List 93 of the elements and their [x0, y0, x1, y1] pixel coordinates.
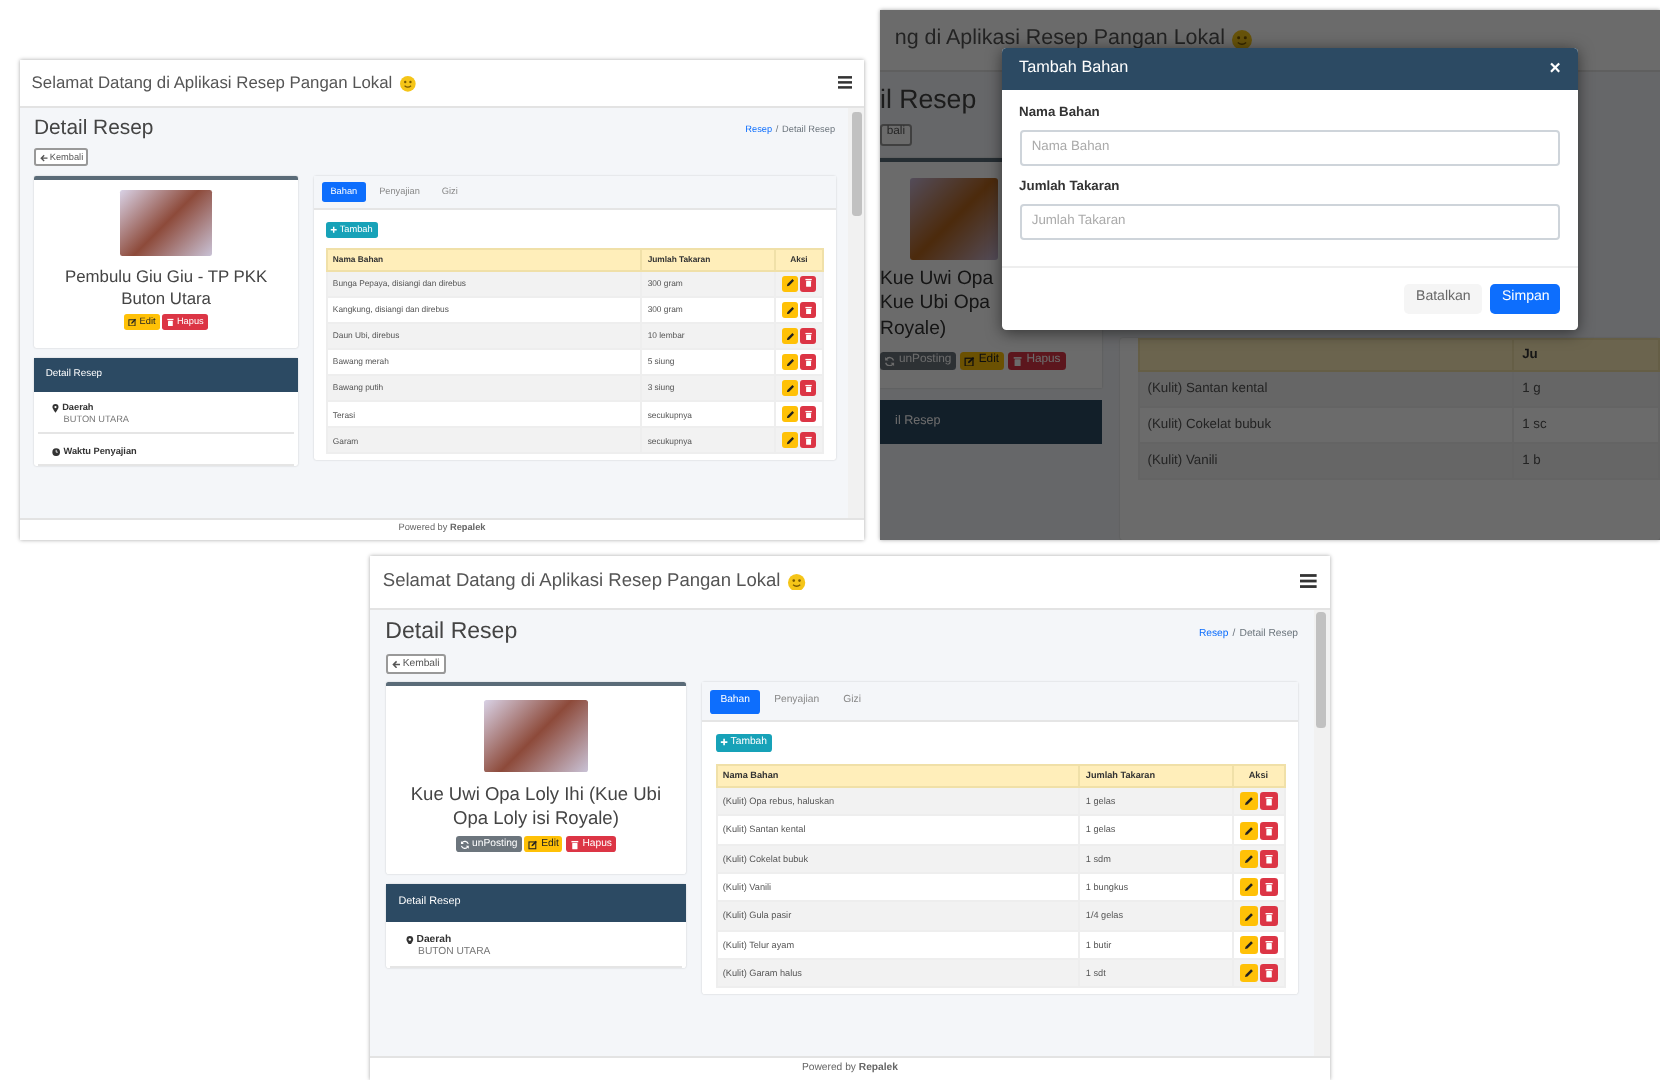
trash-icon	[803, 331, 813, 341]
menu-icon	[837, 76, 853, 90]
recipe-name: Kue Uwi Opa	[880, 267, 994, 293]
delete-button[interactable]	[799, 275, 817, 292]
photo-placeholder	[119, 190, 213, 256]
trash-icon	[803, 357, 813, 367]
smiley-icon	[400, 75, 417, 92]
pencil-icon	[785, 409, 795, 419]
page-title: Detail Resep	[385, 619, 518, 648]
edit-button[interactable]	[1239, 906, 1258, 926]
trash-icon	[803, 435, 813, 446]
delete-button[interactable]	[799, 301, 817, 318]
edit-button[interactable]	[781, 301, 799, 318]
pencil-icon	[1243, 968, 1254, 979]
trash-icon	[1263, 825, 1274, 836]
recipe-name: Kue Ubi Opa	[880, 292, 991, 318]
modal-title: Tambah Bahan	[1019, 58, 1129, 80]
pencil-icon	[785, 383, 795, 393]
arrow-left-icon	[391, 659, 401, 669]
photo-placeholder	[484, 699, 588, 772]
delete-button[interactable]	[1259, 821, 1278, 840]
trash-icon	[803, 278, 813, 288]
trash-icon	[1263, 911, 1274, 922]
app-title: Selamat Datang di Aplikasi Resep Pangan Lokal	[31, 72, 393, 94]
sync-icon	[459, 839, 470, 850]
pencil-icon	[1243, 853, 1254, 864]
pencil-icon	[785, 305, 795, 315]
delete-button[interactable]	[1259, 906, 1278, 926]
delete-button[interactable]	[1259, 935, 1278, 955]
pencil-icon	[785, 435, 795, 446]
page-title: il Resep	[880, 83, 977, 118]
delete-button[interactable]	[1259, 878, 1278, 897]
edit-button[interactable]	[781, 353, 799, 371]
edit-button[interactable]	[781, 432, 799, 449]
trash-icon	[570, 839, 580, 850]
pencil-icon	[1243, 882, 1254, 893]
arrow-left-icon	[39, 153, 48, 162]
pencil-icon	[785, 357, 795, 367]
trash-icon	[803, 383, 813, 393]
trash-icon	[803, 305, 813, 315]
edit-button[interactable]	[1239, 821, 1258, 840]
scrollbar[interactable]	[848, 108, 864, 518]
edit-button[interactable]	[781, 275, 799, 292]
edit-button[interactable]	[781, 327, 799, 345]
edit-button[interactable]	[1239, 878, 1258, 897]
edit-button[interactable]	[1239, 849, 1258, 869]
sync-icon	[884, 355, 896, 367]
smiley-icon	[788, 573, 806, 591]
recipe-name: Kue Uwi Opa Loly Ihi (Kue Ubi Opa Loly isi Royale)	[408, 782, 664, 831]
trash-icon	[1263, 939, 1274, 950]
delete-button[interactable]	[1259, 792, 1278, 811]
pencil-icon	[1243, 911, 1254, 922]
edit-button[interactable]	[781, 406, 799, 423]
edit-button[interactable]	[781, 379, 799, 397]
edit-icon	[528, 839, 539, 850]
trash-icon	[1263, 968, 1274, 979]
delete-button[interactable]	[799, 432, 817, 449]
menu-icon	[1300, 574, 1318, 589]
recipe-name: Pembulu Giu Giu - TP PKK Buton Utara	[63, 265, 270, 310]
delete-button[interactable]	[799, 327, 817, 345]
edit-button[interactable]	[1239, 792, 1258, 811]
delete-button[interactable]	[1259, 964, 1278, 983]
edit-icon	[964, 355, 976, 367]
app-title: Selamat Datang di Aplikasi Resep Pangan Lokal	[382, 570, 781, 594]
pencil-icon	[1243, 939, 1254, 950]
map-pin-icon	[405, 935, 414, 945]
delete-button[interactable]	[799, 353, 817, 371]
plus-icon	[330, 226, 338, 234]
scrollbar[interactable]	[1313, 609, 1330, 1056]
edit-icon	[128, 317, 138, 327]
map-pin-icon	[52, 404, 60, 413]
edit-button[interactable]	[1239, 935, 1258, 955]
clock-icon	[52, 447, 61, 456]
photo-placeholder	[909, 177, 999, 261]
delete-button[interactable]	[799, 379, 817, 397]
trash-icon	[1012, 355, 1024, 367]
trash-icon	[1263, 853, 1274, 864]
delete-button[interactable]	[799, 406, 817, 423]
trash-icon	[1263, 796, 1274, 807]
close-button[interactable]: ×	[1549, 59, 1561, 79]
pencil-icon	[1243, 796, 1254, 807]
pencil-icon	[785, 278, 795, 288]
edit-button[interactable]	[1239, 964, 1258, 983]
trash-icon	[1263, 882, 1274, 893]
pencil-icon	[1243, 825, 1254, 836]
recipe-name: Royale)	[880, 317, 947, 343]
app-title: ng di Aplikasi Resep Pangan Lokal	[894, 26, 1225, 54]
pencil-icon	[785, 331, 795, 341]
plus-icon	[720, 738, 729, 747]
trash-icon	[803, 409, 813, 419]
delete-button[interactable]	[1259, 849, 1278, 869]
page-title: Detail Resep	[33, 117, 154, 143]
trash-icon	[165, 317, 175, 327]
